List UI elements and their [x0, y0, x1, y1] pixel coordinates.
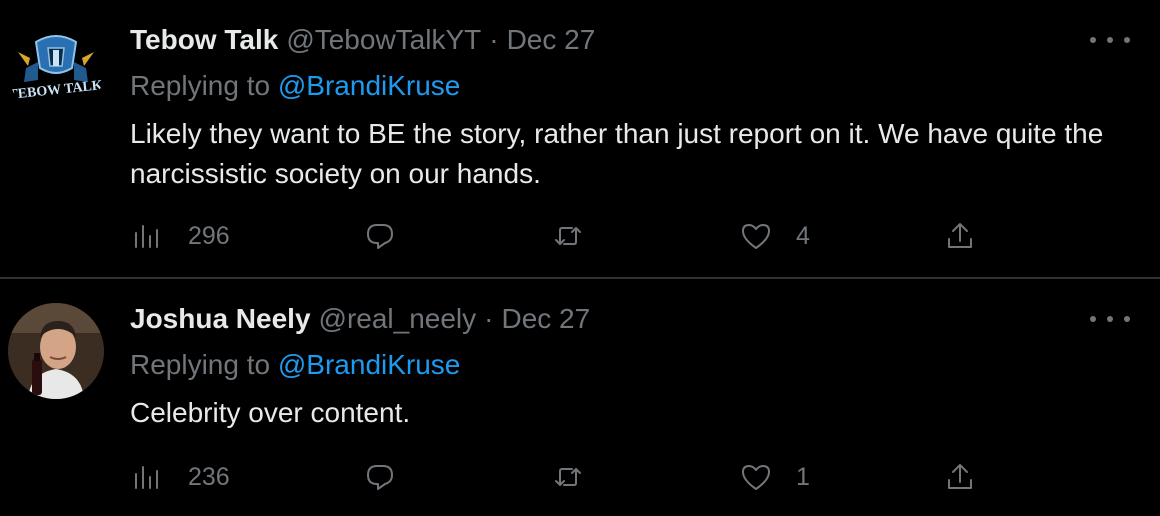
replying-to-label: Replying to [130, 349, 271, 380]
like-button[interactable]: 4 [740, 216, 810, 256]
username[interactable]: @TebowTalkYT [286, 24, 481, 56]
bar-chart-icon [135, 225, 158, 248]
views-button[interactable]: 236 [130, 457, 230, 497]
tweet-text: Celebrity over content. [130, 397, 411, 428]
tweet-header: Joshua Neely @real_neely · Dec 27 [130, 303, 590, 343]
avatar[interactable]: TEBOW TALK [8, 22, 104, 118]
speech-bubble-icon [367, 224, 393, 249]
views-count: 296 [188, 221, 230, 250]
likes-count: 1 [796, 462, 810, 491]
display-name[interactable]: Joshua Neely [130, 303, 311, 335]
heart-icon [742, 465, 770, 490]
likes-count: 4 [796, 221, 810, 250]
mention-link[interactable]: @BrandiKruse [278, 349, 461, 380]
display-name[interactable]: Tebow Talk [130, 24, 278, 56]
tweet[interactable]: TEBOW TALK Tebow Talk @TebowTalkYT · Dec… [0, 0, 1160, 278]
more-options-icon[interactable] [1090, 309, 1130, 329]
separator: · [489, 24, 499, 55]
bar-chart-icon [135, 466, 158, 489]
share-icon [948, 464, 972, 489]
separator: · [484, 303, 494, 334]
reply-button[interactable] [364, 216, 396, 256]
share-icon [948, 223, 972, 248]
replying-to: Replying to @BrandiKruse [130, 349, 460, 381]
tweet[interactable]: Joshua Neely @real_neely · Dec 27 Replyi… [0, 279, 1160, 516]
replying-to-label: Replying to [130, 70, 271, 101]
views-button[interactable]: 296 [130, 216, 230, 256]
speech-bubble-icon [367, 465, 393, 490]
more-options-icon[interactable] [1090, 30, 1130, 50]
retweet-icon [555, 468, 581, 486]
views-count: 236 [188, 462, 230, 491]
action-bar: 236 1 [130, 457, 1130, 497]
profile-photo [8, 303, 104, 399]
share-button[interactable] [944, 216, 976, 256]
action-bar: 296 4 [130, 216, 1130, 256]
timestamp[interactable]: Dec 27 [507, 24, 596, 56]
username[interactable]: @real_neely [319, 303, 477, 335]
retweet-icon [555, 227, 581, 245]
tebow-talk-logo: TEBOW TALK [8, 35, 104, 103]
tweet-text: Likely they want to BE the story, rather… [130, 118, 1104, 189]
heart-icon [742, 224, 770, 249]
avatar[interactable] [8, 303, 104, 399]
like-button[interactable]: 1 [740, 457, 810, 497]
retweet-button[interactable] [552, 457, 584, 497]
timestamp[interactable]: Dec 27 [501, 303, 590, 335]
replying-to: Replying to @BrandiKruse [130, 70, 460, 102]
share-button[interactable] [944, 457, 976, 497]
reply-button[interactable] [364, 457, 396, 497]
retweet-button[interactable] [552, 216, 584, 256]
tweet-header: Tebow Talk @TebowTalkYT · Dec 27 [130, 24, 595, 64]
mention-link[interactable]: @BrandiKruse [278, 70, 461, 101]
svg-text:TEBOW TALK: TEBOW TALK [8, 78, 104, 103]
